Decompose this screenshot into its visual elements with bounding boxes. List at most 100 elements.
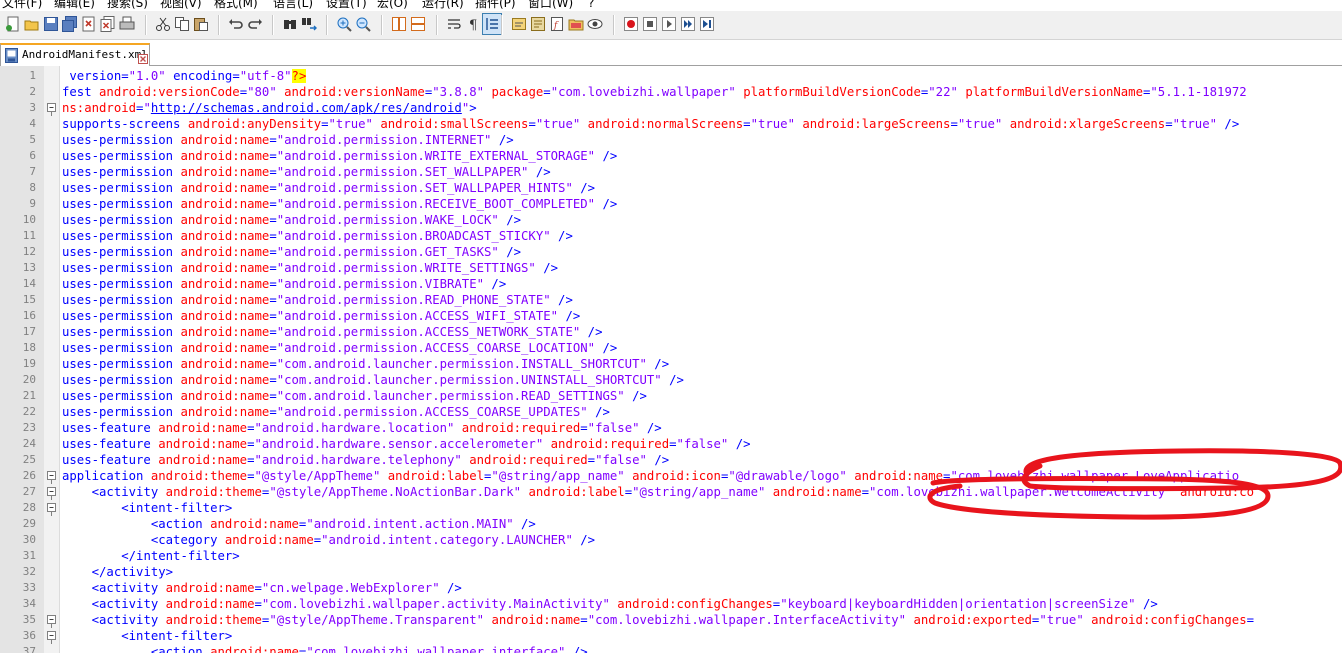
code-line[interactable]: 21 uses-permission android:name="com.andr… — [0, 388, 1342, 404]
menu-item-3[interactable]: 视图(V) — [160, 0, 202, 11]
save-macro-icon[interactable] — [699, 16, 715, 32]
code-line[interactable]: 22 uses-permission android:name="android.… — [0, 404, 1342, 420]
folder-workspace-icon[interactable] — [568, 16, 584, 32]
code-line[interactable]: 28 <intent-filter> — [0, 500, 1342, 516]
open-file-icon[interactable] — [24, 16, 40, 32]
word-wrap-icon[interactable] — [446, 16, 462, 32]
close-all-icon[interactable] — [100, 16, 116, 32]
menu-item-9[interactable]: 插件(P) — [475, 0, 516, 11]
fold-toggle-icon[interactable] — [46, 100, 62, 116]
show-all-chars-icon[interactable]: ¶ — [465, 16, 481, 32]
zoom-out-icon[interactable] — [355, 16, 371, 32]
code-line[interactable]: 24 uses-feature android:name="android.har… — [0, 436, 1342, 452]
code-line[interactable]: 10 uses-permission android:name="android.… — [0, 212, 1342, 228]
token-val: "com.lovebizhi.wallpaper.WelcomeActivity… — [869, 485, 1180, 499]
code-line[interactable]: 14 uses-permission android:name="android.… — [0, 276, 1342, 292]
token-attr: android:name — [224, 533, 314, 547]
code-line[interactable]: 33 <activity android:name="cn.welpage.We… — [0, 580, 1342, 596]
code-line[interactable]: 25 uses-feature android:name="android.har… — [0, 452, 1342, 468]
paste-icon[interactable] — [193, 16, 209, 32]
code-line[interactable]: 15 uses-permission android:name="android.… — [0, 292, 1342, 308]
code-line[interactable]: 7 uses-permission android:name="android.p… — [0, 164, 1342, 180]
save-all-icon[interactable] — [62, 16, 78, 32]
find-icon[interactable] — [282, 16, 298, 32]
save-icon[interactable] — [43, 16, 59, 32]
sync-vertical-icon[interactable] — [391, 16, 407, 32]
monitoring-icon[interactable] — [587, 16, 603, 32]
code-line[interactable]: 19 uses-permission android:name="com.andr… — [0, 356, 1342, 372]
fold-toggle-icon[interactable] — [46, 484, 62, 500]
menu-item-1[interactable]: 编辑(E) — [54, 0, 95, 11]
code-editor[interactable]: 1 version="1.0" encoding="utf-8"?> 2 fest … — [0, 66, 1342, 653]
menu-item-11[interactable]: ? — [588, 0, 594, 11]
code-line[interactable]: 32 </activity> — [0, 564, 1342, 580]
record-macro-icon[interactable] — [623, 16, 639, 32]
code-line[interactable]: 20 uses-permission android:name="com.andr… — [0, 372, 1342, 388]
code-line[interactable]: 31 </intent-filter> — [0, 548, 1342, 564]
fold-toggle-icon[interactable] — [46, 468, 62, 484]
code-line[interactable]: 2 fest android:versionCode="80" android:v… — [0, 84, 1342, 100]
code-line[interactable]: 36 <intent-filter> — [0, 628, 1342, 644]
run-macro-multiple-icon[interactable] — [680, 16, 696, 32]
code-line[interactable]: 30 <category android:name="android.inten… — [0, 532, 1342, 548]
tab-androidmanifest[interactable]: AndroidManifest.xml — [0, 43, 150, 66]
redo-icon[interactable] — [247, 16, 263, 32]
fold-toggle-icon[interactable] — [46, 612, 62, 628]
token-link[interactable]: http://schemas.android.com/apk/res/andro… — [151, 101, 462, 115]
indent-guide-icon[interactable] — [482, 13, 502, 35]
user-language-icon[interactable] — [511, 16, 527, 32]
code-line[interactable]: 18 uses-permission android:name="android.… — [0, 340, 1342, 356]
code-line[interactable]: 12 uses-permission android:name="android.… — [0, 244, 1342, 260]
fold-toggle-icon[interactable] — [46, 500, 62, 516]
menu-item-8[interactable]: 运行(R) — [422, 0, 464, 11]
function-list-icon[interactable]: f — [549, 16, 565, 32]
code-line[interactable]: 35 <activity android:theme = "@style/AppTh… — [0, 612, 1342, 628]
code-line[interactable]: 16 uses-permission android:name="android.… — [0, 308, 1342, 324]
replace-icon[interactable] — [301, 16, 317, 32]
code-line[interactable]: 5 uses-permission android:name="android.p… — [0, 132, 1342, 148]
code-line[interactable]: 37 <action android:name="com.lovebizhi.w… — [0, 644, 1342, 653]
token-punct: = — [269, 309, 277, 323]
doc-map-icon[interactable] — [530, 16, 546, 32]
menu-item-4[interactable]: 格式(M) — [214, 0, 258, 11]
code-line[interactable]: 11 uses-permission android:name="android.… — [0, 228, 1342, 244]
code-line[interactable]: 13 uses-permission android:name="android.… — [0, 260, 1342, 276]
code-text: fest android:versionCode="80" android:ve… — [62, 84, 1247, 100]
code-line[interactable]: 6 uses-permission android:name="android.p… — [0, 148, 1342, 164]
code-line[interactable]: 29 <action android:name="android.intent.… — [0, 516, 1342, 532]
code-text: supports-screens android:anyDensity="tru… — [62, 116, 1239, 132]
menu-item-10[interactable]: 窗口(W) — [528, 0, 573, 11]
menu-item-7[interactable]: 宏(O) — [377, 0, 408, 11]
code-line[interactable]: 26 application android:theme="@style/AppT… — [0, 468, 1342, 484]
menu-item-6[interactable]: 设置(T) — [326, 0, 367, 11]
code-line[interactable]: 1 version="1.0" encoding="utf-8"?> — [0, 68, 1342, 84]
zoom-in-icon[interactable] — [336, 16, 352, 32]
cut-icon[interactable] — [155, 16, 171, 32]
code-line[interactable]: 27 <activity android:theme = "@style/AppTh… — [0, 484, 1342, 500]
sync-horizontal-icon[interactable] — [410, 16, 426, 32]
code-line[interactable]: 4 supports-screens android:anyDensity="tr… — [0, 116, 1342, 132]
fold-toggle-icon[interactable] — [46, 628, 62, 644]
undo-icon[interactable] — [228, 16, 244, 32]
code-line[interactable]: 17 uses-permission android:name="android.… — [0, 324, 1342, 340]
code-line[interactable]: 8 uses-permission android:name="android.p… — [0, 180, 1342, 196]
play-macro-icon[interactable] — [661, 16, 677, 32]
code-line[interactable]: 9 uses-permission android:name="android.p… — [0, 196, 1342, 212]
menu-item-0[interactable]: 文件(F) — [2, 0, 42, 11]
new-file-icon[interactable] — [5, 16, 21, 32]
code-line[interactable]: 23 uses-feature android:name="android.har… — [0, 420, 1342, 436]
token-val: "true" — [328, 117, 381, 131]
close-icon[interactable] — [81, 16, 97, 32]
token-tag: /> — [595, 405, 610, 419]
code-line[interactable]: 3 ns:android="http://schemas.android.com/… — [0, 100, 1342, 116]
copy-icon[interactable] — [174, 16, 190, 32]
token-val: "android.permission.BROADCAST_STICKY" — [276, 229, 559, 243]
token-val: "android.permission.ACCESS_WIFI_STATE" — [276, 309, 566, 323]
token-val: "@drawable/logo" — [728, 469, 855, 483]
menu-item-2[interactable]: 搜索(S) — [107, 0, 148, 11]
code-line[interactable]: 34 <activity android:name="com.lovebizhi… — [0, 596, 1342, 612]
print-icon[interactable] — [119, 16, 135, 32]
stop-record-icon[interactable] — [642, 16, 658, 32]
menu-item-5[interactable]: 语言(L) — [273, 0, 313, 11]
